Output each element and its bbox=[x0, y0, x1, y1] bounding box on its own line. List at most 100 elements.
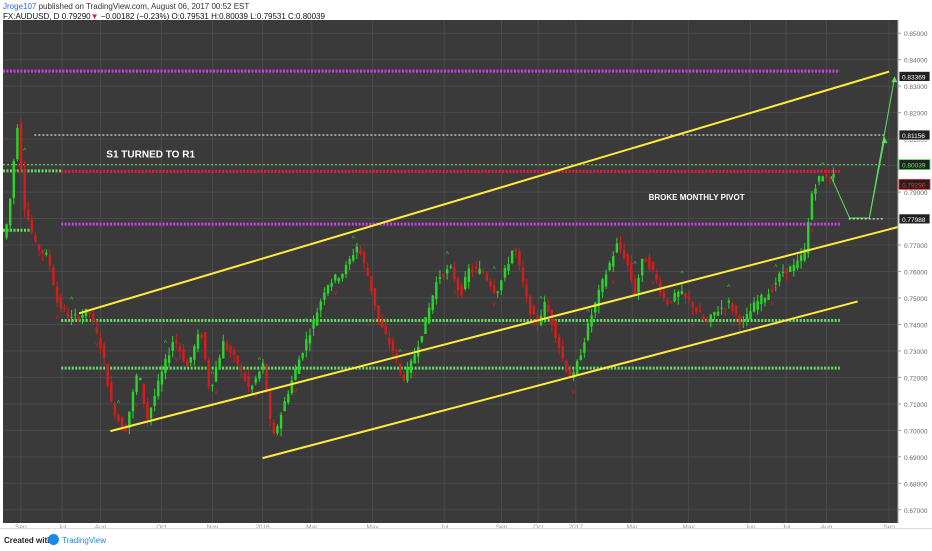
bear-candle bbox=[492, 285, 496, 293]
down-fractal-marker: v bbox=[572, 388, 576, 395]
down-fractal-marker: v bbox=[810, 227, 814, 234]
bear-candle bbox=[734, 305, 738, 314]
bull-candle bbox=[742, 320, 745, 322]
bear-candle bbox=[359, 249, 362, 255]
y-tick-label: 0.70000 bbox=[904, 428, 928, 435]
bull-candle bbox=[258, 371, 261, 379]
bear-candle bbox=[547, 305, 550, 312]
bear-candle bbox=[185, 360, 189, 367]
y-tick-label: 0.77000 bbox=[904, 243, 928, 250]
down-fractal-marker: v bbox=[333, 290, 337, 297]
bear-candle bbox=[626, 254, 629, 266]
bull-candle bbox=[305, 339, 308, 351]
bull-candle bbox=[218, 357, 221, 369]
down-fractal-marker: v bbox=[95, 342, 99, 349]
bear-candle bbox=[37, 244, 41, 251]
bull-candle bbox=[601, 279, 604, 292]
y-tick-label: 0.71000 bbox=[904, 402, 928, 409]
bear-candle bbox=[362, 251, 366, 264]
bull-candle bbox=[673, 292, 676, 302]
y-tick-label: 0.72000 bbox=[904, 375, 928, 382]
bull-candle bbox=[781, 271, 785, 273]
tradingview-logo-icon[interactable] bbox=[48, 534, 59, 545]
bear-candle bbox=[695, 307, 698, 312]
bull-candle bbox=[579, 355, 582, 361]
bear-candle bbox=[102, 344, 106, 359]
y-tick-label: 0.75000 bbox=[904, 296, 928, 303]
bear-candle bbox=[229, 346, 232, 354]
y-tick-label: 0.85000 bbox=[904, 31, 928, 38]
bull-candle bbox=[283, 401, 286, 412]
bull-candle bbox=[543, 302, 546, 317]
price-label: 0.83369 bbox=[902, 74, 926, 81]
y-tick-label: 0.76000 bbox=[904, 270, 928, 277]
bear-candle bbox=[99, 338, 102, 349]
down-fractal-marker: v bbox=[413, 371, 417, 378]
bull-candle bbox=[832, 173, 835, 178]
bull-candle bbox=[680, 291, 684, 294]
bear-candle bbox=[561, 345, 564, 359]
bull-candle bbox=[760, 295, 763, 305]
bear-candle bbox=[377, 305, 380, 320]
bull-candle bbox=[752, 302, 756, 312]
bull-candle bbox=[608, 263, 611, 271]
bull-candle bbox=[337, 278, 341, 282]
bear-candle bbox=[391, 340, 395, 352]
author-link[interactable]: Jroge107 bbox=[3, 2, 36, 11]
bull-candle bbox=[449, 266, 452, 268]
bull-candle bbox=[583, 342, 586, 353]
tradingview-brand-link[interactable]: TradingView bbox=[62, 536, 106, 545]
header: Jroge107 published on TradingView.com, A… bbox=[0, 0, 932, 21]
bull-candle bbox=[315, 312, 319, 326]
bull-candle bbox=[435, 282, 438, 300]
down-fractal-marker: v bbox=[373, 317, 377, 324]
bull-candle bbox=[716, 311, 720, 316]
bear-candle bbox=[370, 276, 373, 292]
bear-candle bbox=[240, 366, 243, 371]
bear-candle bbox=[92, 313, 95, 322]
bull-candle bbox=[496, 291, 499, 293]
bear-candle bbox=[828, 177, 832, 179]
bull-candle bbox=[297, 359, 301, 374]
created-with-label: Created with bbox=[4, 536, 53, 545]
bull-candle bbox=[8, 198, 12, 226]
bull-candle bbox=[409, 360, 413, 373]
chart-area[interactable]: v ^ v ^ v ^ v ^ v ^ v v ^ v ^ v ^ v ^ v ^ v ^ v v ^ v ^ v ^ v ^ v ^ v v ^ v ^ … bbox=[0, 20, 932, 531]
bear-candle bbox=[175, 341, 178, 344]
bear-candle bbox=[529, 295, 532, 314]
bull-candle bbox=[153, 395, 156, 406]
bull-candle bbox=[464, 276, 467, 289]
bull-candle bbox=[279, 414, 283, 429]
bull-candle bbox=[507, 264, 510, 271]
bear-candle bbox=[687, 297, 691, 301]
bull-candle bbox=[261, 363, 265, 370]
annotation-label: BROKE MONTHLY PIVOT bbox=[649, 193, 745, 202]
bull-candle bbox=[427, 307, 431, 324]
bear-candle bbox=[66, 313, 70, 318]
bear-candle bbox=[77, 316, 81, 320]
bull-candle bbox=[287, 393, 290, 403]
down-fractal-marker: v bbox=[16, 168, 20, 175]
bear-candle bbox=[684, 293, 687, 298]
bull-candle bbox=[330, 282, 333, 287]
bear-candle bbox=[52, 267, 55, 286]
bull-candle bbox=[604, 274, 608, 287]
bull-candle bbox=[789, 266, 792, 272]
bear-candle bbox=[655, 273, 658, 280]
y-tick-label: 0.74000 bbox=[904, 322, 928, 329]
price-label: 0.81156 bbox=[902, 133, 925, 140]
price-chart[interactable]: v^v^v^ v^v^v v^v^v^v^v^v^vv^v^v^v^v^vv^v^ … bbox=[0, 20, 932, 531]
y-tick-label: 0.84000 bbox=[904, 58, 928, 65]
bear-candle bbox=[532, 306, 536, 315]
down-fractal-marker: v bbox=[135, 402, 139, 409]
bull-candle bbox=[149, 407, 153, 419]
bull-candle bbox=[341, 274, 344, 279]
bull-candle bbox=[5, 224, 8, 238]
bull-candle bbox=[294, 368, 297, 380]
bull-candle bbox=[413, 354, 416, 364]
down-fractal-marker: v bbox=[691, 322, 695, 329]
bear-candle bbox=[106, 364, 109, 387]
bull-candle bbox=[344, 264, 348, 275]
bear-candle bbox=[380, 320, 384, 328]
bull-candle bbox=[709, 314, 712, 323]
